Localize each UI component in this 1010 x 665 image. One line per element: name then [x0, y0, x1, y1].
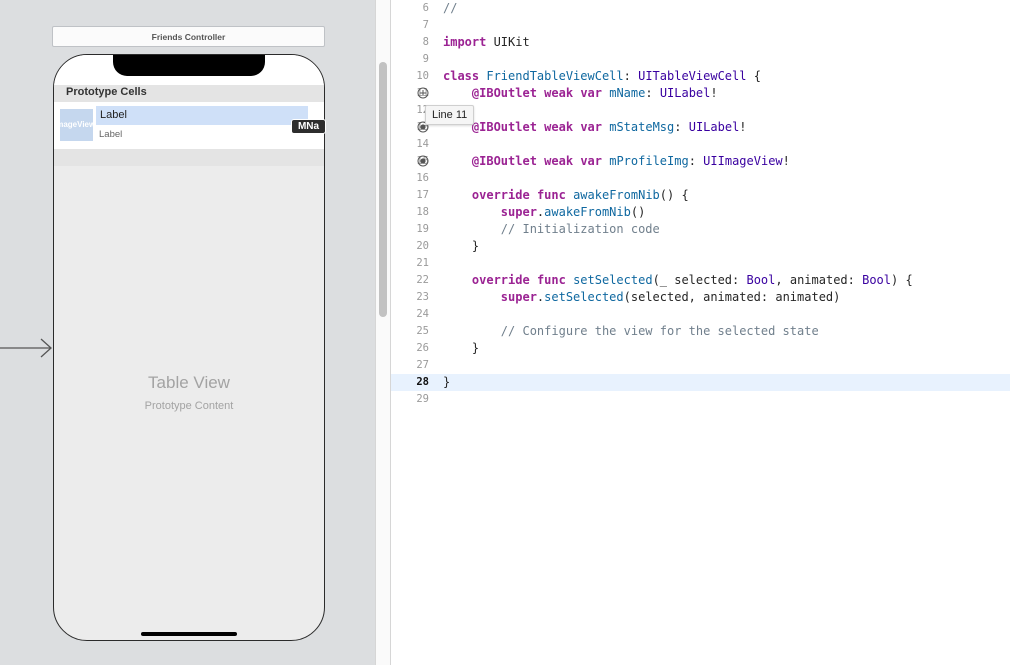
code-line[interactable]: 29: [391, 391, 1010, 408]
line-number: 29: [416, 393, 429, 405]
code-line[interactable]: 12: [391, 102, 1010, 119]
prototype-cells-header: Prototype Cells: [66, 86, 147, 98]
line-number: 26: [416, 342, 429, 354]
code-line[interactable]: 11 @IBOutlet weak var mName: UILabel!: [391, 85, 1010, 102]
code-text: @IBOutlet weak var mName: UILabel!: [471, 86, 718, 100]
initial-view-controller-arrow-icon[interactable]: [0, 338, 54, 358]
line-tooltip: Line 11: [425, 105, 475, 125]
outlet-connect-plus-icon[interactable]: [417, 87, 429, 99]
line-number: 17: [416, 189, 429, 201]
code-text: super.awakeFromNib(): [500, 205, 646, 219]
code-line[interactable]: 13 @IBOutlet weak var mStateMsg: UILabel…: [391, 119, 1010, 136]
code-line[interactable]: 24: [391, 306, 1010, 323]
code-text: override func awakeFromNib() {: [471, 188, 689, 202]
code-line[interactable]: 19 // Initialization code: [391, 221, 1010, 238]
line-number: 23: [416, 291, 429, 303]
line-number: 16: [416, 172, 429, 184]
device-notch: [113, 55, 265, 76]
code-text: override func setSelected(_ selected: Bo…: [471, 273, 913, 287]
code-text: }: [443, 375, 451, 389]
line-number: 20: [416, 240, 429, 252]
code-text: }: [443, 341, 480, 355]
code-line[interactable]: 9: [391, 51, 1010, 68]
code-line[interactable]: 26 }: [391, 340, 1010, 357]
device-frame[interactable]: Prototype Cells imageView Label Label Ta…: [53, 54, 325, 641]
code-text: // Configure the view for the selected s…: [500, 324, 819, 338]
code-line[interactable]: 23 super.setSelected(selected, animated:…: [391, 289, 1010, 306]
prototype-cell[interactable]: imageView Label Label: [54, 102, 324, 149]
outlet-connected-dot-icon[interactable]: [417, 155, 429, 167]
code-line[interactable]: 16: [391, 170, 1010, 187]
line-number: 27: [416, 359, 429, 371]
line-number: 7: [422, 19, 429, 31]
line-number: 21: [416, 257, 429, 269]
code-text: }: [443, 239, 480, 253]
line-number: 14: [416, 138, 429, 150]
code-text: class FriendTableViewCell: UITableViewCe…: [443, 69, 761, 83]
outlet-connection-badge: MNa: [291, 119, 326, 134]
line-number: 6: [422, 2, 429, 14]
code-line[interactable]: 21: [391, 255, 1010, 272]
code-line[interactable]: 10 class FriendTableViewCell: UITableView…: [391, 68, 1010, 85]
line-number: 25: [416, 325, 429, 337]
line-number: 28: [416, 376, 429, 388]
canvas-scrollbar[interactable]: [375, 0, 391, 665]
code-text: import UIKit: [443, 35, 530, 49]
home-indicator: [141, 632, 237, 636]
storyboard-canvas[interactable]: Friends Controller Prototype Cells image…: [0, 0, 375, 665]
table-section-footer: [54, 149, 324, 166]
line-number: 22: [416, 274, 429, 286]
code-text: // Initialization code: [500, 222, 660, 236]
code-text: super.setSelected(selected, animated: an…: [500, 290, 841, 304]
code-line[interactable]: 8 import UIKit: [391, 34, 1010, 51]
code-line[interactable]: 15 @IBOutlet weak var mProfileImg: UIIma…: [391, 153, 1010, 170]
line-number: 8: [422, 36, 429, 48]
line-number: 18: [416, 206, 429, 218]
canvas-scrollbar-thumb[interactable]: [379, 62, 387, 317]
code-line[interactable]: 7: [391, 17, 1010, 34]
line-number: 10: [416, 70, 429, 82]
code-line[interactable]: 14: [391, 136, 1010, 153]
code-line[interactable]: 22 override func setSelected(_ selected:…: [391, 272, 1010, 289]
line-number: 24: [416, 308, 429, 320]
code-text: @IBOutlet weak var mStateMsg: UILabel!: [471, 120, 747, 134]
scene-title-bar[interactable]: Friends Controller: [52, 26, 325, 47]
code-line[interactable]: 18 super.awakeFromNib(): [391, 204, 1010, 221]
state-message-label[interactable]: Label: [99, 129, 122, 140]
code-line[interactable]: 6 //: [391, 0, 1010, 17]
table-view-title: Table View: [148, 373, 230, 392]
code-line[interactable]: 17 override func awakeFromNib() {: [391, 187, 1010, 204]
table-view-subtitle: Prototype Content: [144, 400, 234, 412]
code-text: @IBOutlet weak var mProfileImg: UIImageV…: [471, 154, 790, 168]
code-line[interactable]: 25 // Configure the view for the selecte…: [391, 323, 1010, 340]
code-editor[interactable]: 6 // 7 8 import UIKit 9 10 class FriendTableVie…: [391, 0, 1010, 665]
line-number: 19: [416, 223, 429, 235]
code-text: //: [443, 1, 458, 15]
profile-image-view[interactable]: imageView: [60, 109, 93, 141]
name-label[interactable]: Label: [96, 106, 308, 125]
code-line[interactable]: 27: [391, 357, 1010, 374]
code-line[interactable]: 20 }: [391, 238, 1010, 255]
line-number: 9: [422, 53, 429, 65]
code-line[interactable]: 28}: [391, 374, 1010, 391]
line-number: 12: [416, 104, 429, 116]
